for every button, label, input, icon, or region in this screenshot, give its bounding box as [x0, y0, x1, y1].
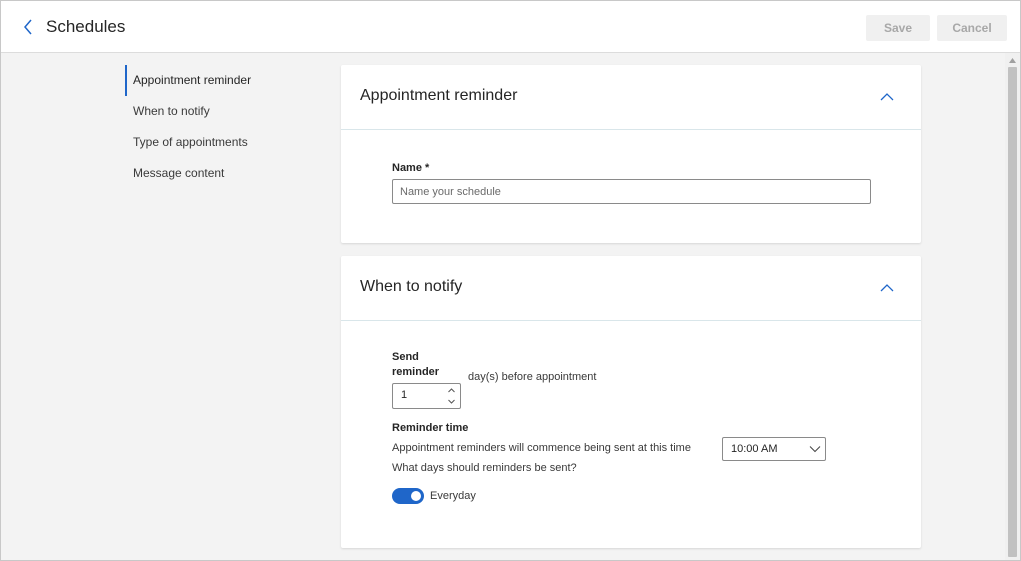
chevron-up-icon[interactable] [879, 91, 895, 103]
days-question: What days should reminders be sent? [392, 462, 577, 474]
section-nav: Appointment reminder When to notify Type… [125, 65, 325, 189]
send-reminder-label-line1: Send [392, 351, 419, 363]
days-value: 1 [401, 389, 408, 401]
reminder-time-label: Reminder time [392, 422, 469, 434]
send-reminder-label-line2: reminder [392, 366, 440, 378]
days-suffix: day(s) before appointment [468, 371, 597, 383]
days-stepper[interactable]: 1 [392, 383, 461, 409]
appointment-reminder-header[interactable]: Appointment reminder [341, 65, 921, 130]
nav-item-appointment-reminder[interactable]: Appointment reminder [125, 65, 325, 96]
appointment-reminder-card: Appointment reminder Name * [341, 65, 921, 243]
toggle-knob [411, 491, 421, 501]
scroll-thumb[interactable] [1008, 67, 1017, 557]
vertical-scrollbar[interactable] [1005, 53, 1020, 560]
page-header: Schedules Save Cancel [1, 1, 1020, 53]
reminder-time-description: Appointment reminders will commence bein… [392, 442, 691, 454]
app-window: Schedules Save Cancel Appointment remind… [0, 0, 1021, 561]
page-title: Schedules [46, 17, 126, 36]
back-button[interactable] [17, 15, 39, 39]
time-select[interactable]: 10:00 AM [722, 437, 826, 461]
nav-item-message-content[interactable]: Message content [125, 158, 325, 189]
chevron-left-icon [24, 19, 32, 35]
name-label: Name * [392, 162, 430, 174]
when-to-notify-card: When to notify Send reminder 1 day(s) be… [341, 256, 921, 548]
cancel-button[interactable]: Cancel [937, 15, 1007, 41]
section-title: When to notify [360, 278, 463, 295]
nav-item-when-to-notify[interactable]: When to notify [125, 96, 325, 127]
chevron-down-icon[interactable] [447, 398, 456, 405]
time-select-value: 10:00 AM [731, 443, 778, 455]
chevron-down-icon [809, 446, 821, 453]
chevron-up-icon[interactable] [447, 387, 456, 394]
scroll-up-icon[interactable] [1008, 57, 1017, 64]
everyday-label: Everyday [430, 490, 476, 502]
chevron-up-icon[interactable] [879, 282, 895, 294]
save-button[interactable]: Save [866, 15, 930, 41]
nav-item-type-of-appointments[interactable]: Type of appointments [125, 127, 325, 158]
everyday-toggle[interactable] [392, 488, 424, 504]
name-input[interactable] [392, 179, 871, 204]
when-to-notify-header[interactable]: When to notify [341, 256, 921, 321]
section-title: Appointment reminder [360, 87, 518, 104]
